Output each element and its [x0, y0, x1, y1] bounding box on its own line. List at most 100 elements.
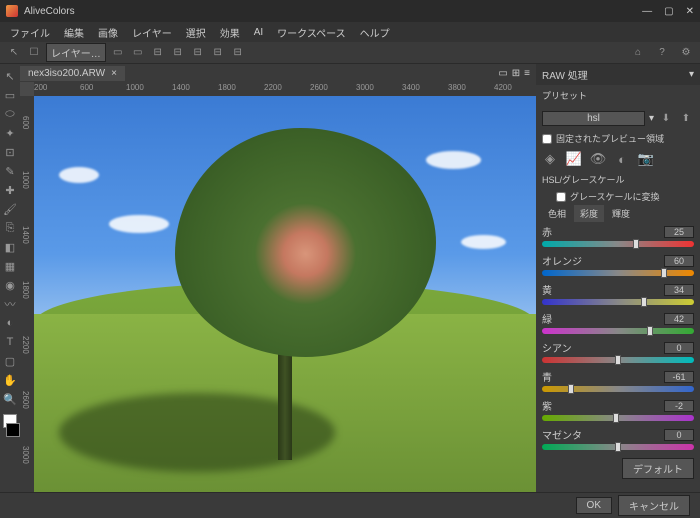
preset-save-icon[interactable]: ⬇	[658, 110, 674, 126]
slider-track[interactable]	[542, 386, 694, 392]
panel-menu-icon[interactable]: ▾	[689, 69, 694, 80]
align-icon-2[interactable]: ⊟	[170, 45, 186, 61]
options-bar: ↖ ☐ レイヤー… ▭ ▭ ⊟ ⊟ ⊟ ⊟ ⊟ ⌂ ? ⚙	[0, 42, 700, 64]
align-icon-3[interactable]: ⊟	[190, 45, 206, 61]
smudge-tool[interactable]: 〰	[2, 296, 18, 312]
slider-track[interactable]	[542, 328, 694, 334]
tab-opt-icon-3[interactable]: ≡	[524, 68, 530, 79]
opt-icon-1[interactable]: ▭	[110, 45, 126, 61]
slider-value[interactable]: -2	[664, 400, 694, 412]
menu-workspace[interactable]: ワークスペース	[271, 23, 352, 42]
fixed-preview-checkbox[interactable]	[542, 134, 552, 144]
slider-value[interactable]: 34	[664, 284, 694, 296]
slider-track[interactable]	[542, 444, 694, 450]
basic-icon[interactable]: ◈	[542, 151, 558, 167]
slider-knob[interactable]	[633, 239, 639, 249]
zoom-tool[interactable]: 🔍	[2, 391, 18, 407]
slider-label: 紫	[542, 398, 552, 413]
settings-icon[interactable]: ⚙	[678, 45, 694, 61]
close-icon[interactable]: ✕	[686, 6, 694, 17]
tab-saturation[interactable]: 彩度	[574, 205, 604, 222]
opt-icon-2[interactable]: ▭	[130, 45, 146, 61]
help-icon[interactable]: ?	[654, 45, 670, 61]
brush-tool[interactable]: 🖌	[2, 201, 18, 217]
toggle-icon[interactable]: ◐	[614, 151, 630, 167]
preset-dropdown-icon[interactable]: ▾	[649, 113, 654, 124]
tab-close-icon[interactable]: ×	[111, 68, 117, 79]
tab-luminance[interactable]: 輝度	[606, 205, 636, 222]
crop-tool[interactable]: ⊡	[2, 144, 18, 160]
eye-icon[interactable]: 👁	[590, 151, 606, 167]
shape-tool[interactable]: ▢	[2, 353, 18, 369]
menu-effect[interactable]: 効果	[214, 23, 246, 42]
slider-knob[interactable]	[613, 413, 619, 423]
hand-tool[interactable]: ✋	[2, 372, 18, 388]
slider-knob[interactable]	[568, 384, 574, 394]
marquee-tool[interactable]: ▭	[2, 87, 18, 103]
slider-track[interactable]	[542, 357, 694, 363]
document-tab[interactable]: nex3iso200.ARW ×	[20, 66, 125, 81]
gradient-tool[interactable]: ▦	[2, 258, 18, 274]
slider-赤: 赤25	[536, 222, 700, 251]
bg-color-swatch[interactable]	[6, 423, 20, 437]
maximize-icon[interactable]: ▢	[664, 6, 673, 17]
lasso-tool[interactable]: ⬭	[2, 106, 18, 122]
move-tool[interactable]: ↖	[2, 68, 18, 84]
cancel-button[interactable]: キャンセル	[618, 495, 690, 516]
align-icon-1[interactable]: ⊟	[150, 45, 166, 61]
menu-image[interactable]: 画像	[92, 23, 124, 42]
eraser-tool[interactable]: ◧	[2, 239, 18, 255]
slider-黄: 黄34	[536, 280, 700, 309]
sponge-tool[interactable]: ◐	[2, 315, 18, 331]
curve-icon[interactable]: 📈	[566, 151, 582, 167]
heal-tool[interactable]: ✚	[2, 182, 18, 198]
menu-edit[interactable]: 編集	[58, 23, 90, 42]
preset-select[interactable]: hsl	[542, 111, 645, 126]
titlebar: AliveColors — ▢ ✕	[0, 0, 700, 22]
canvas[interactable]	[34, 96, 536, 492]
slider-knob[interactable]	[615, 442, 621, 452]
slider-track[interactable]	[542, 299, 694, 305]
toolbar: ↖ ▭ ⬭ ✦ ⊡ ✎ ✚ 🖌 ⎘ ◧ ▦ ◉ 〰 ◐ T ▢ ✋ 🔍	[0, 64, 20, 492]
slider-track[interactable]	[542, 415, 694, 421]
preset-export-icon[interactable]: ⬆	[678, 110, 694, 126]
menu-select[interactable]: 選択	[180, 23, 212, 42]
slider-value[interactable]: 42	[664, 313, 694, 325]
blur-tool[interactable]: ◉	[2, 277, 18, 293]
slider-knob[interactable]	[647, 326, 653, 336]
tab-opt-icon-2[interactable]: ⊞	[512, 68, 520, 79]
menu-layer[interactable]: レイヤー	[126, 23, 178, 42]
align-icon-4[interactable]: ⊟	[210, 45, 226, 61]
home-icon[interactable]: ⌂	[630, 45, 646, 61]
slider-knob[interactable]	[661, 268, 667, 278]
wand-tool[interactable]: ✦	[2, 125, 18, 141]
ruler-tick: 1000	[126, 83, 144, 92]
minimize-icon[interactable]: —	[642, 6, 652, 17]
arrow-tool-icon[interactable]: ↖	[6, 45, 22, 61]
document-tabbar: nex3iso200.ARW × ▭ ⊞ ≡	[20, 64, 536, 82]
menu-file[interactable]: ファイル	[4, 23, 56, 42]
slider-knob[interactable]	[615, 355, 621, 365]
slider-value[interactable]: 0	[664, 342, 694, 354]
slider-value[interactable]: 60	[664, 255, 694, 267]
camera-icon[interactable]: 📷	[638, 151, 654, 167]
slider-track[interactable]	[542, 270, 694, 276]
grayscale-checkbox[interactable]	[556, 192, 566, 202]
menu-help[interactable]: ヘルプ	[354, 23, 396, 42]
tab-opt-icon-1[interactable]: ▭	[498, 68, 507, 79]
align-icon-5[interactable]: ⊟	[230, 45, 246, 61]
clone-tool[interactable]: ⎘	[2, 220, 18, 236]
default-button[interactable]: デフォルト	[622, 458, 694, 479]
slider-value[interactable]: 25	[664, 226, 694, 238]
auto-select-icon[interactable]: ☐	[26, 45, 42, 61]
layer-select[interactable]: レイヤー…	[46, 43, 106, 62]
tab-hue[interactable]: 色相	[542, 205, 572, 222]
slider-value[interactable]: 0	[664, 429, 694, 441]
text-tool[interactable]: T	[2, 334, 18, 350]
menu-ai[interactable]: AI	[248, 25, 269, 40]
eyedropper-tool[interactable]: ✎	[2, 163, 18, 179]
slider-knob[interactable]	[641, 297, 647, 307]
ok-button[interactable]: OK	[576, 497, 612, 514]
slider-track[interactable]	[542, 241, 694, 247]
slider-value[interactable]: -61	[664, 371, 694, 383]
